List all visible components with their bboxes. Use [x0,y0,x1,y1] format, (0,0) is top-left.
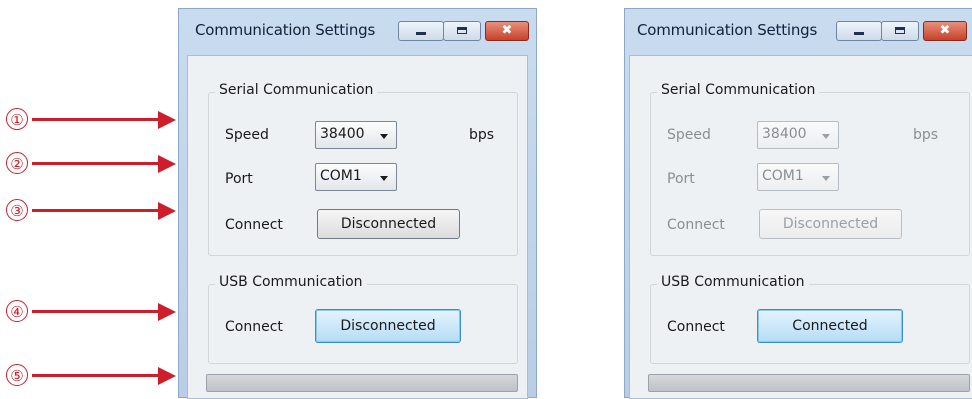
window-title: Communication Settings [637,21,818,39]
callout-3: ③ [6,199,176,223]
callout-2: ② [6,152,176,176]
callout-number: ④ [6,300,28,322]
window-title: Communication Settings [195,21,376,39]
usb-connect-label: Connect [667,319,725,335]
port-dropdown[interactable]: COM1 [757,163,839,191]
arrow-head-icon [158,111,176,129]
speed-dropdown[interactable]: 38400 [757,121,839,149]
callout-number: ② [6,152,28,174]
close-icon: ✖ [939,23,951,38]
arrow-line [32,374,160,377]
serial-connect-label: Connect [667,217,725,233]
arrow-line [32,209,160,212]
port-label: Port [667,171,695,187]
arrow-head-icon [158,367,176,385]
serial-connect-button[interactable]: Disconnected [317,209,460,239]
maximize-icon [895,27,905,34]
arrow-head-icon [158,303,176,321]
minimize-button[interactable] [836,21,882,41]
speed-label: Speed [225,127,269,143]
port-value: COM1 [762,168,804,184]
usb-communication-group: USB Communication Connect Connected [650,274,970,364]
chevron-down-icon [380,134,388,139]
usb-connect-button[interactable]: Disconnected [315,309,461,343]
speed-value: 38400 [762,126,807,142]
chevron-down-icon [822,176,830,181]
window-client-area: Serial Communication Speed 38400 bps Por… [629,55,972,399]
usb-communication-legend: USB Communication [657,274,809,290]
serial-communication-group: Serial Communication Speed 38400 bps Por… [208,82,518,256]
arrow-head-icon [158,155,176,173]
minimize-button[interactable] [398,21,444,41]
arrow-head-icon [158,202,176,220]
usb-connect-button[interactable]: Connected [757,309,903,343]
port-value: COM1 [320,168,362,184]
chevron-down-icon [380,176,388,181]
close-button[interactable]: ✖ [485,21,529,41]
speed-unit-label: bps [469,127,495,143]
callout-number: ⑤ [6,364,28,386]
serial-communication-legend: Serial Communication [215,82,378,98]
usb-communication-group: USB Communication Connect Disconnected [208,274,518,364]
communication-settings-window-right: Communication Settings ✖ Serial Communic… [624,8,972,399]
speed-dropdown[interactable]: 38400 [315,121,397,149]
window-client-area: Serial Communication Speed 38400 bps Por… [187,55,528,399]
arrow-line [32,118,160,121]
serial-communication-legend: Serial Communication [657,82,820,98]
maximize-button[interactable] [881,21,919,41]
callout-number: ③ [6,199,28,221]
progress-bar [648,374,970,392]
usb-connect-label: Connect [225,319,283,335]
usb-communication-legend: USB Communication [215,274,367,290]
chevron-down-icon [822,134,830,139]
port-dropdown[interactable]: COM1 [315,163,397,191]
title-bar: Communication Settings ✖ [179,9,536,51]
callout-4: ④ [6,300,176,324]
communication-settings-window-left: Communication Settings ✖ Serial Communic… [178,8,537,399]
port-label: Port [225,171,253,187]
speed-label: Speed [667,127,711,143]
arrow-line [32,310,160,313]
serial-communication-group: Serial Communication Speed 38400 bps Por… [650,82,970,256]
close-button[interactable]: ✖ [923,21,967,41]
arrow-line [32,162,160,165]
speed-unit-label: bps [913,127,939,143]
close-icon: ✖ [501,23,513,38]
callout-1: ① [6,108,176,132]
callout-number: ① [6,108,28,130]
title-bar: Communication Settings ✖ [625,9,972,51]
minimize-icon [416,32,426,35]
progress-bar [206,374,518,392]
maximize-button[interactable] [443,21,481,41]
callout-5: ⑤ [6,364,176,388]
minimize-icon [854,32,864,35]
maximize-icon [457,27,467,34]
serial-connect-button[interactable]: Disconnected [759,209,902,239]
speed-value: 38400 [320,126,365,142]
serial-connect-label: Connect [225,217,283,233]
